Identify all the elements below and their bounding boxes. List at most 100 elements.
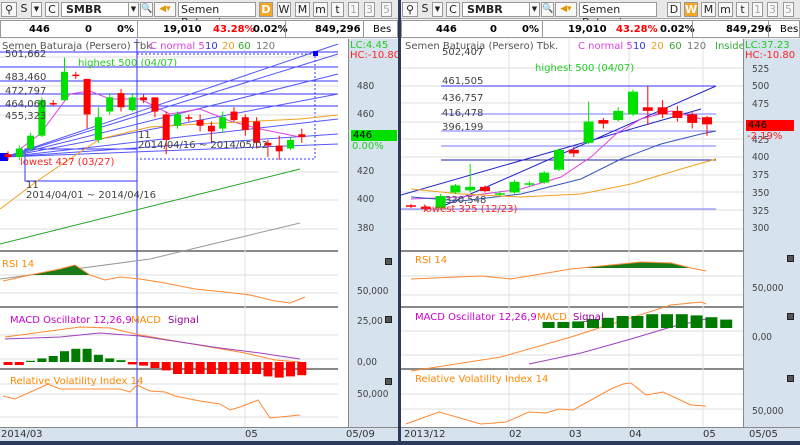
turnover-pct: 0.02%: [660, 24, 695, 35]
axis-tick: 400: [357, 194, 375, 205]
volume-ratio: 43.28%: [213, 24, 255, 35]
search-icon[interactable]: 🔍: [541, 2, 554, 17]
level-label: 483,460: [5, 72, 47, 83]
signal-label: Signal: [573, 312, 604, 323]
stock-name: Semen Baturaja: [178, 2, 256, 29]
candle-body: [174, 114, 181, 126]
market-dropdown[interactable]: ▼: [432, 2, 443, 17]
hc-value: HC:-10.80: [745, 50, 796, 61]
candle-body: [687, 114, 698, 123]
period-1[interactable]: 1: [752, 2, 763, 17]
chart-area[interactable]: Semen Baturaja (Persero) Tbk. C normal 5…: [401, 39, 800, 427]
period-d[interactable]: D: [259, 2, 273, 17]
symbol-dropdown[interactable]: ▼: [128, 2, 139, 17]
axis-tick: 480: [357, 81, 375, 92]
candle-body: [598, 120, 609, 124]
candle-body: [672, 110, 683, 118]
ma-10: 10: [633, 41, 646, 52]
candle-body: [628, 91, 638, 115]
macd-histogram-bar: [229, 362, 239, 374]
pin-icon[interactable]: ⚲: [402, 2, 418, 17]
range2-text: 2014/04/16 ~ 2014/05/02: [138, 140, 269, 151]
axis-tick: 400: [752, 152, 770, 163]
period-m[interactable]: M: [295, 2, 310, 17]
period-minute[interactable]: m: [313, 2, 328, 17]
speaker-icon[interactable]: ◀▾: [555, 2, 577, 17]
symbol-dropdown[interactable]: ▼: [529, 2, 540, 17]
period-w[interactable]: W: [684, 2, 698, 17]
candle-body: [106, 97, 114, 112]
amount: 849,296: [315, 24, 361, 35]
axis-tick: 325: [752, 206, 770, 217]
candle-body: [583, 121, 594, 143]
maximize-icon[interactable]: [385, 316, 392, 323]
x-tick: 05/05: [749, 429, 778, 440]
quote-info-row: 446 0 0% 19,010 43.28% 0.02% 849,296 Bes: [0, 20, 398, 38]
highest-label: highest 500 (04/07): [535, 63, 635, 74]
axis-tick: 300: [752, 223, 770, 234]
macd-histogram-bar: [48, 356, 58, 362]
category-button[interactable]: C: [446, 2, 460, 17]
rsi-axis-tick: 50,000: [752, 283, 784, 294]
candle-body: [83, 78, 91, 115]
period-5[interactable]: 5: [783, 2, 794, 17]
macd-histogram-bar: [720, 319, 733, 328]
axis-tick: 500: [752, 81, 770, 92]
period-minute[interactable]: m: [718, 2, 733, 17]
chart-area[interactable]: Semen Baturaja (Persero) Tbk. C normal 5…: [0, 39, 398, 427]
period-tick[interactable]: t: [331, 2, 344, 17]
maximize-icon[interactable]: [787, 313, 794, 320]
candle-body: [219, 117, 227, 129]
axis-tick: 380: [357, 223, 375, 234]
market-label: S: [421, 2, 429, 15]
category-button[interactable]: C: [45, 2, 59, 17]
macd-label: MACD: [537, 312, 567, 323]
ma-label: C normal 5: [150, 41, 205, 52]
macd-histogram-bar: [150, 362, 160, 368]
daily-chart-panel: ⚲ S ▼ C SMBR ▼ 🔍 ◀▾ Semen Baturaja D W M…: [0, 0, 398, 441]
x-tick: 04: [629, 429, 642, 440]
market-dropdown[interactable]: ▼: [31, 2, 42, 17]
pin-icon[interactable]: ⚲: [1, 2, 17, 17]
fan-line: [4, 118, 339, 158]
maximize-icon[interactable]: [787, 375, 794, 382]
period-w[interactable]: W: [277, 2, 291, 17]
rvi-label: Relative Volatility Index 14: [10, 376, 144, 387]
axis-tick: 375: [752, 170, 770, 181]
x-tick: 03: [569, 429, 582, 440]
macd-histogram-bar: [297, 362, 307, 376]
rvi-axis-tick: 50,000: [752, 406, 784, 417]
candle-body: [406, 205, 416, 207]
macd-histogram-bar: [274, 362, 284, 378]
period-1[interactable]: 1: [348, 2, 359, 17]
period-tick[interactable]: t: [736, 2, 749, 17]
search-icon[interactable]: 🔍: [140, 2, 153, 17]
period-5[interactable]: 5: [381, 2, 392, 17]
period-3[interactable]: 3: [767, 2, 778, 17]
maximize-icon[interactable]: [385, 378, 392, 385]
ma-120: 120: [256, 41, 276, 52]
period-d[interactable]: D: [667, 2, 681, 17]
price: 446: [29, 24, 50, 35]
turnover-pct: 0.02%: [253, 24, 288, 35]
lowest-label: lowest 325 (12/23): [423, 204, 518, 215]
macd-histogram-bar: [37, 358, 47, 362]
period-m[interactable]: M: [701, 2, 716, 17]
macd-histogram-bar: [173, 362, 182, 374]
macd-osc-label: MACD Oscillator 12,26,9: [415, 312, 537, 323]
x-tick: 2013/12: [404, 429, 446, 440]
speaker-icon[interactable]: ◀▾: [154, 2, 176, 17]
maximize-icon[interactable]: [787, 255, 794, 262]
price-axis[interactable]: LC:4.45 HC:-10.80 480 460 420 400 380 44…: [348, 39, 398, 427]
macd-histogram-bar: [139, 362, 149, 366]
macd-histogram-bar: [240, 362, 250, 374]
change: 0: [85, 24, 92, 35]
maximize-icon[interactable]: [385, 258, 392, 265]
price-axis[interactable]: LC:37.23 HC:-10.80 525 500 475 425 400 3…: [743, 39, 800, 427]
price-chart-svg[interactable]: [0, 39, 348, 427]
macd-histogram-bar: [646, 314, 659, 328]
ma-label: C normal 5: [578, 41, 633, 52]
macd-histogram-bar: [661, 314, 673, 328]
period-3[interactable]: 3: [364, 2, 375, 17]
axis-tick: 475: [752, 99, 770, 110]
